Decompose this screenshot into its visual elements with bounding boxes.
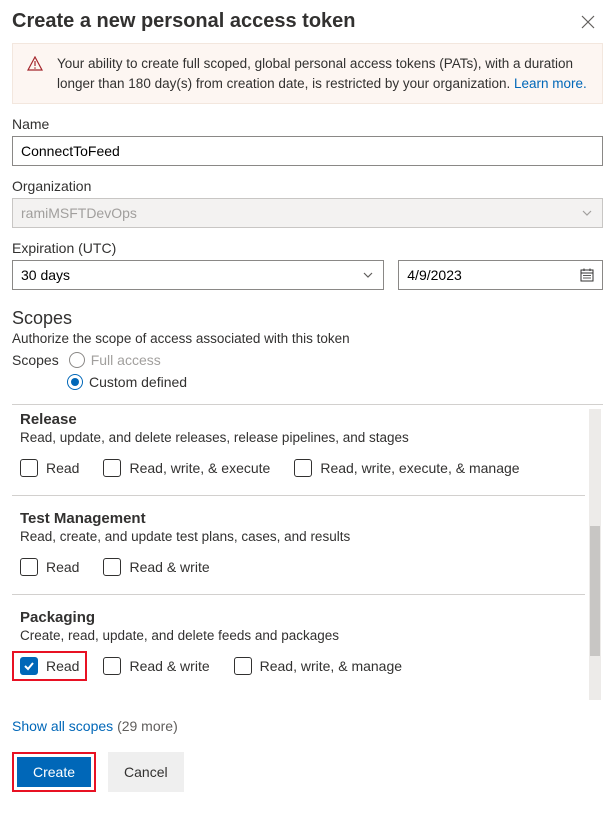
packaging-read-checkbox[interactable]: Read bbox=[20, 657, 79, 675]
checkbox-label: Read bbox=[46, 559, 79, 575]
checkbox-icon bbox=[20, 558, 38, 576]
checkbox-icon bbox=[20, 459, 38, 477]
release-rwe-checkbox[interactable]: Read, write, & execute bbox=[103, 459, 270, 477]
checkbox-label: Read & write bbox=[129, 658, 209, 674]
expiration-label: Expiration (UTC) bbox=[12, 240, 384, 256]
full-access-radio[interactable]: Full access bbox=[69, 352, 161, 368]
group-title: Test Management bbox=[20, 510, 577, 527]
create-button-highlight: Create bbox=[12, 752, 96, 792]
checkbox-label: Read, write, & manage bbox=[260, 658, 402, 674]
full-access-label: Full access bbox=[91, 352, 161, 368]
packaging-read-highlight: Read bbox=[12, 651, 87, 681]
show-all-count: (29 more) bbox=[117, 718, 178, 734]
close-icon bbox=[581, 15, 595, 29]
expiration-date-value[interactable] bbox=[398, 260, 603, 290]
release-read-checkbox[interactable]: Read bbox=[20, 459, 79, 477]
close-button[interactable] bbox=[573, 11, 603, 33]
create-button[interactable]: Create bbox=[17, 757, 91, 787]
expiration-date-picker[interactable] bbox=[398, 260, 603, 290]
organization-select[interactable] bbox=[12, 198, 603, 228]
checkbox-checked-icon bbox=[20, 657, 38, 675]
scopes-subtitle: Authorize the scope of access associated… bbox=[12, 331, 603, 346]
group-subtitle: Read, update, and delete releases, relea… bbox=[20, 430, 577, 445]
group-subtitle: Read, create, and update test plans, cas… bbox=[20, 529, 577, 544]
cancel-button[interactable]: Cancel bbox=[108, 752, 184, 792]
name-input[interactable] bbox=[12, 136, 603, 166]
release-rwem-checkbox[interactable]: Read, write, execute, & manage bbox=[294, 459, 519, 477]
checkbox-label: Read, write, & execute bbox=[129, 460, 270, 476]
checkbox-label: Read bbox=[46, 658, 79, 674]
custom-defined-radio[interactable]: Custom defined bbox=[67, 374, 187, 390]
group-subtitle: Create, read, update, and delete feeds a… bbox=[20, 628, 577, 643]
checkbox-label: Read bbox=[46, 460, 79, 476]
custom-defined-label: Custom defined bbox=[89, 374, 187, 390]
checkbox-icon bbox=[103, 657, 121, 675]
checkbox-icon bbox=[294, 459, 312, 477]
scope-group-release: Release Read, update, and delete release… bbox=[12, 405, 585, 496]
scopes-label: Scopes bbox=[12, 352, 59, 368]
scopes-scroll-area[interactable]: Release Read, update, and delete release… bbox=[12, 404, 603, 704]
name-label: Name bbox=[12, 116, 603, 132]
scrollbar[interactable] bbox=[589, 409, 601, 700]
panel-title: Create a new personal access token bbox=[12, 10, 356, 33]
expiration-duration-value[interactable] bbox=[12, 260, 384, 290]
expiration-duration-select[interactable] bbox=[12, 260, 384, 290]
group-title: Release bbox=[20, 411, 577, 428]
pat-panel: Create a new personal access token Your … bbox=[0, 0, 615, 804]
test-rw-checkbox[interactable]: Read & write bbox=[103, 558, 209, 576]
show-all-scopes-link[interactable]: Show all scopes bbox=[12, 718, 113, 734]
show-all-row: Show all scopes (29 more) bbox=[12, 718, 603, 734]
header-row: Create a new personal access token bbox=[12, 10, 603, 33]
scope-group-packaging: Packaging Create, read, update, and dele… bbox=[12, 595, 585, 693]
checkbox-icon bbox=[103, 459, 121, 477]
organization-label: Organization bbox=[12, 178, 603, 194]
scrollbar-thumb[interactable] bbox=[590, 526, 600, 657]
group-title: Packaging bbox=[20, 609, 577, 626]
scopes-radio-row: Scopes Full access bbox=[12, 352, 603, 368]
custom-defined-row: Custom defined bbox=[67, 374, 603, 390]
checkbox-label: Read, write, execute, & manage bbox=[320, 460, 519, 476]
scope-group-test: Test Management Read, create, and update… bbox=[12, 496, 585, 595]
warning-text: Your ability to create full scoped, glob… bbox=[57, 56, 573, 91]
button-row: Create Cancel bbox=[12, 752, 603, 792]
scopes-title: Scopes bbox=[12, 308, 603, 329]
radio-icon bbox=[67, 374, 83, 390]
calendar-icon bbox=[579, 267, 595, 283]
warning-icon bbox=[27, 56, 43, 72]
checkbox-icon bbox=[234, 657, 252, 675]
warning-banner: Your ability to create full scoped, glob… bbox=[12, 43, 603, 104]
organization-value[interactable] bbox=[12, 198, 603, 228]
checkbox-label: Read & write bbox=[129, 559, 209, 575]
packaging-rwm-checkbox[interactable]: Read, write, & manage bbox=[234, 657, 402, 675]
learn-more-link[interactable]: Learn more. bbox=[514, 76, 587, 91]
checkbox-icon bbox=[103, 558, 121, 576]
packaging-rw-checkbox[interactable]: Read & write bbox=[103, 657, 209, 675]
test-read-checkbox[interactable]: Read bbox=[20, 558, 79, 576]
radio-icon bbox=[69, 352, 85, 368]
